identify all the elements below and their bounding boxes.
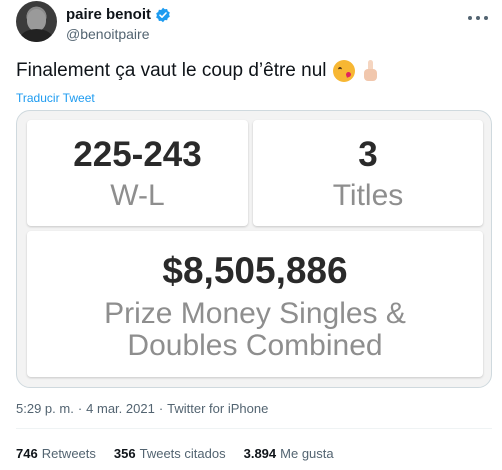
titles-stat-box: 3 Titles [253, 120, 483, 226]
more-options-icon[interactable] [468, 10, 488, 26]
likes-stat[interactable]: 3.894 Me gusta [244, 446, 334, 461]
quote-tweets-label: Tweets citados [139, 446, 226, 461]
avatar-face [27, 9, 46, 31]
meta-separator: · [77, 401, 83, 416]
tweet-meta: 5:29 p. m. · 4 mar. 2021 · Twitter for i… [16, 401, 268, 416]
display-name[interactable]: paire benoit [66, 6, 151, 23]
wl-value: 225-243 [73, 135, 202, 174]
tweet-text-row: Finalement ça vaut le coup d’être nul [16, 60, 379, 82]
titles-value: 3 [358, 135, 378, 174]
retweets-count: 746 [16, 446, 38, 461]
tweet-date[interactable]: 4 mar. 2021 [86, 401, 155, 416]
stats-image-card[interactable]: 225-243 W-L 3 Titles $8,505,886 Prize Mo… [16, 110, 492, 388]
quote-tweets-stat[interactable]: 356 Tweets citados [114, 446, 226, 461]
avatar[interactable] [16, 1, 57, 42]
prize-money-value: $8,505,886 [162, 250, 348, 291]
retweets-label: Retweets [41, 446, 96, 461]
engagement-stats: 746 Retweets 356 Tweets citados 3.894 Me gu… [16, 446, 334, 461]
prize-money-label: Prize Money Singles & Doubles Combined [104, 297, 406, 362]
quote-tweets-count: 356 [113, 446, 136, 461]
likes-label: Me gusta [280, 446, 334, 461]
tweet-time[interactable]: 5:29 p. m. [16, 401, 74, 416]
wl-stat-box: 225-243 W-L [27, 120, 248, 226]
tweet-text: Finalement ça vaut le coup d’être nul [16, 60, 327, 81]
meta-separator-2: · [158, 401, 164, 416]
tweet: paire benoit @benoitpaire Finalement ça … [0, 0, 502, 470]
verified-badge-icon [155, 7, 171, 23]
name-row: paire benoit [66, 6, 171, 23]
author-block: paire benoit @benoitpaire [66, 6, 171, 42]
divider [16, 428, 492, 429]
titles-label: Titles [332, 179, 404, 212]
avatar-body [20, 29, 53, 42]
wl-label: W-L [110, 179, 165, 212]
likes-count: 3.894 [243, 446, 277, 461]
retweets-stat[interactable]: 746 Retweets [16, 446, 96, 461]
middle-finger-icon [361, 60, 379, 82]
tweet-source[interactable]: Twitter for iPhone [167, 401, 268, 416]
translate-tweet-link[interactable]: Traducir Tweet [16, 91, 95, 105]
author-handle[interactable]: @benoitpaire [66, 26, 171, 42]
prize-money-stat-box: $8,505,886 Prize Money Singles & Doubles… [27, 231, 483, 377]
face-blowing-kiss-icon [332, 60, 355, 82]
